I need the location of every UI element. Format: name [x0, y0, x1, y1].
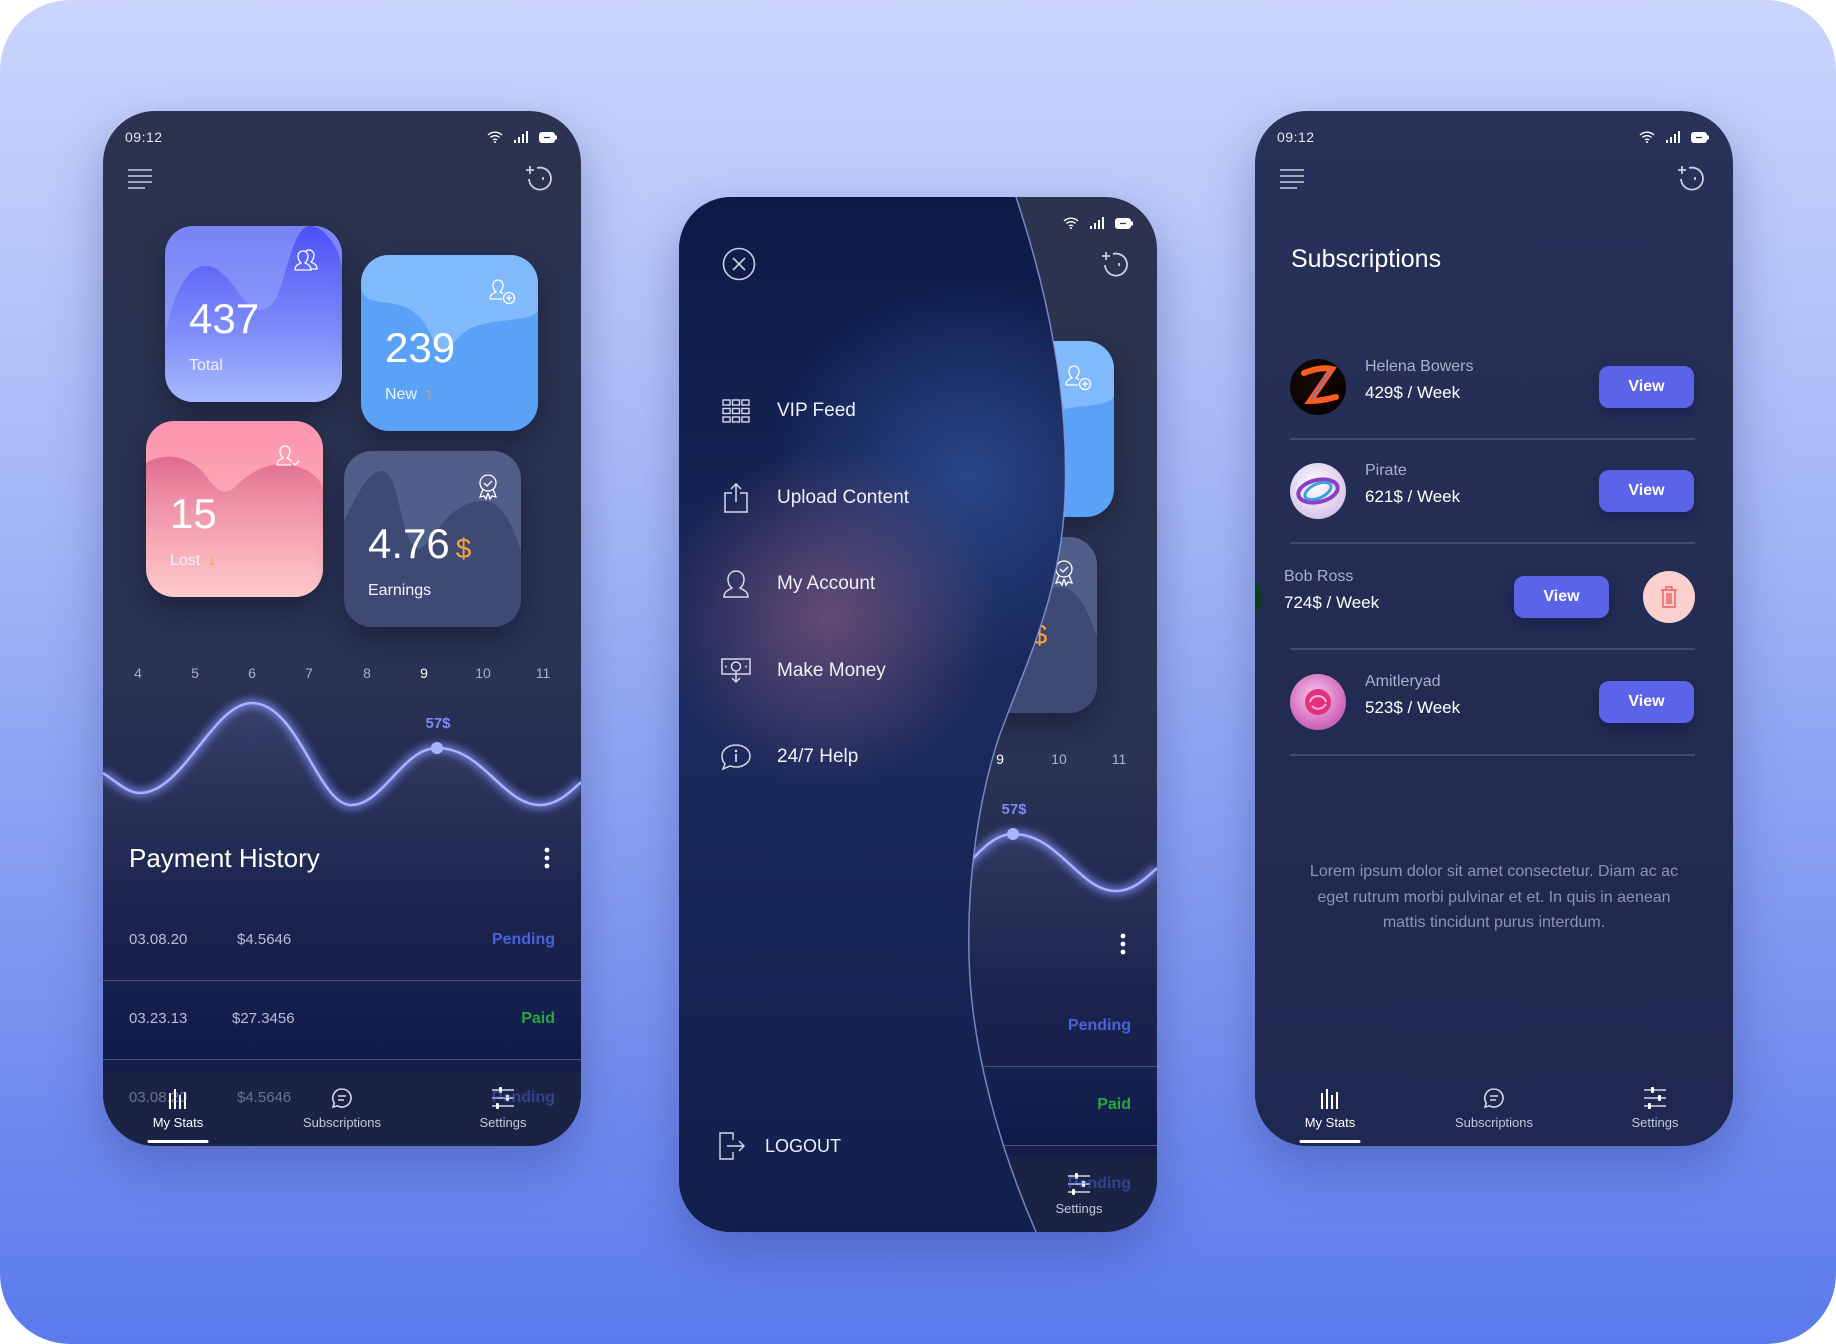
phone-my-stats: 09:12 437 Total 239 New ↑ 15 Lost ↓ 4.76 $ … — [103, 111, 581, 1146]
phone-subscriptions: 09:12 Subscriptions Helena Bowers 429$ /… — [1255, 111, 1733, 1146]
user-icon — [723, 570, 749, 598]
bottom-nav: My Stats Subscriptions Settings — [103, 1071, 581, 1146]
avatar — [1290, 359, 1346, 415]
nav-label: My Stats — [1304, 1115, 1356, 1130]
subscription-price: 724$ / Week — [1284, 593, 1380, 612]
avatar — [1255, 577, 1261, 617]
view-button[interactable]: View — [1599, 470, 1694, 512]
subscription-row[interactable]: Pirate 621$ / Week View — [1255, 446, 1733, 536]
chat-icon — [1483, 1088, 1504, 1109]
subscriber-name: Helena Bowers — [1365, 358, 1474, 375]
nav-label: Settings — [1631, 1115, 1679, 1130]
stats-screen: 09:12 437 Total 239 New↑ 15 Lost↓ 4.76$ … — [103, 111, 581, 1146]
phone-drawer-menu: 09:12 437 Total 239 New↑ 15 Lost↓ 4.76$ … — [679, 197, 1157, 1232]
avatar — [1290, 674, 1346, 730]
status-icons — [1639, 131, 1709, 143]
payment-amount: $4.5646 — [237, 1089, 292, 1106]
divider — [103, 980, 581, 981]
wave-point[interactable] — [431, 742, 443, 754]
subscription-row[interactable]: Helena Bowers 429$ / Week View — [1255, 342, 1733, 432]
wifi-icon — [1639, 131, 1655, 143]
payment-date: 03.08.20 — [129, 1089, 188, 1106]
view-button[interactable]: View — [1599, 366, 1694, 408]
refresh-icon[interactable] — [1675, 163, 1709, 197]
nav-subscriptions[interactable]: Subscriptions — [282, 1071, 402, 1146]
divider — [1290, 648, 1695, 650]
menu-icon[interactable] — [1279, 168, 1305, 190]
divider — [1290, 542, 1695, 544]
wave-area — [103, 703, 581, 911]
logout-button[interactable]: LOGOUT — [711, 1126, 841, 1166]
menu-item-label: Upload Content — [777, 487, 910, 508]
view-button[interactable]: View — [1514, 576, 1609, 618]
nav-subscriptions[interactable]: Subscriptions — [1434, 1071, 1554, 1146]
battery-icon — [1691, 131, 1709, 143]
signal-icon — [1666, 131, 1680, 143]
subscriptions-description: Lorem ipsum dolor sit amet consectetur. … — [1309, 863, 1679, 931]
more-options-icon[interactable] — [543, 847, 551, 869]
subscriber-name: Bob Ross — [1284, 568, 1354, 585]
sliders-icon — [1644, 1087, 1666, 1109]
subscriptions-title: Subscriptions — [1291, 245, 1442, 273]
payment-history-title: Payment History — [129, 843, 320, 873]
subscription-price: 621$ / Week — [1365, 487, 1461, 506]
nav-settings[interactable]: Settings — [443, 1071, 563, 1146]
payment-amount: $4.5646 — [237, 931, 292, 948]
menu-item-label: VIP Feed — [777, 400, 856, 421]
menu-item-label: Make Money — [777, 660, 886, 681]
subscription-row-swiped[interactable]: Bob Ross 724$ / Week View — [1255, 552, 1733, 642]
nav-my-stats[interactable]: My Stats — [118, 1071, 238, 1146]
grid-icon — [722, 399, 750, 423]
nav-label: Subscriptions — [302, 1115, 382, 1130]
bottom-nav: My Stats Subscriptions Settings — [1255, 1071, 1733, 1146]
chat-icon — [331, 1088, 352, 1109]
menu-item-label: 24/7 Help — [777, 746, 859, 767]
payment-status: Pending — [491, 931, 555, 948]
subscriber-name: Pirate — [1365, 462, 1407, 479]
active-tab-indicator — [147, 1140, 209, 1143]
subscriber-name: Amitleryad — [1365, 673, 1441, 690]
status-time: 09:12 — [1277, 129, 1315, 145]
payment-date: 03.23.13 — [129, 1010, 188, 1027]
trash-icon — [1661, 586, 1677, 608]
menu-item-my-account[interactable]: My Account — [715, 564, 875, 604]
delete-button[interactable] — [1643, 571, 1695, 623]
menu-item-upload-content[interactable]: Upload Content — [715, 478, 909, 518]
nav-label: Settings — [479, 1115, 527, 1130]
canvas-background: 09:12 437 Total 239 New ↑ 15 Lost ↓ 4.76 $ … — [0, 0, 1836, 1344]
upload-icon — [724, 483, 748, 513]
help-info-icon — [721, 744, 751, 771]
avatar — [1290, 463, 1346, 519]
subscription-row[interactable]: Amitleryad 523$ / Week View — [1255, 657, 1733, 747]
divider — [103, 1059, 581, 1060]
menu-item-make-money[interactable]: Make Money — [715, 651, 886, 691]
payment-date: 03.08.20 — [129, 931, 188, 948]
logout-icon — [719, 1132, 745, 1160]
menu-item-help[interactable]: 24/7 Help — [715, 737, 858, 777]
view-button[interactable]: View — [1599, 681, 1694, 723]
nav-label: My Stats — [152, 1115, 204, 1130]
payment-status: Paid — [521, 1010, 555, 1027]
nav-my-stats[interactable]: My Stats — [1270, 1071, 1390, 1146]
subscription-price: 429$ / Week — [1365, 383, 1461, 402]
subscription-price: 523$ / Week — [1365, 698, 1461, 717]
divider — [1290, 754, 1695, 756]
money-icon — [721, 658, 751, 684]
nav-settings[interactable]: Settings — [1595, 1071, 1715, 1146]
drawer-panel — [679, 197, 1067, 1232]
close-icon[interactable] — [722, 247, 756, 281]
divider — [1290, 438, 1695, 440]
payment-status: Pending — [491, 1089, 555, 1106]
active-tab-indicator — [1299, 1140, 1361, 1143]
chart-highlight-value: 57$ — [425, 715, 451, 732]
menu-item-vip-feed[interactable]: VIP Feed — [715, 391, 856, 431]
bar-chart-icon — [1321, 1089, 1338, 1109]
logout-label: LOGOUT — [765, 1135, 842, 1156]
nav-label: Subscriptions — [1454, 1115, 1534, 1130]
menu-item-label: My Account — [777, 573, 876, 594]
payment-amount: $27.3456 — [232, 1010, 295, 1027]
